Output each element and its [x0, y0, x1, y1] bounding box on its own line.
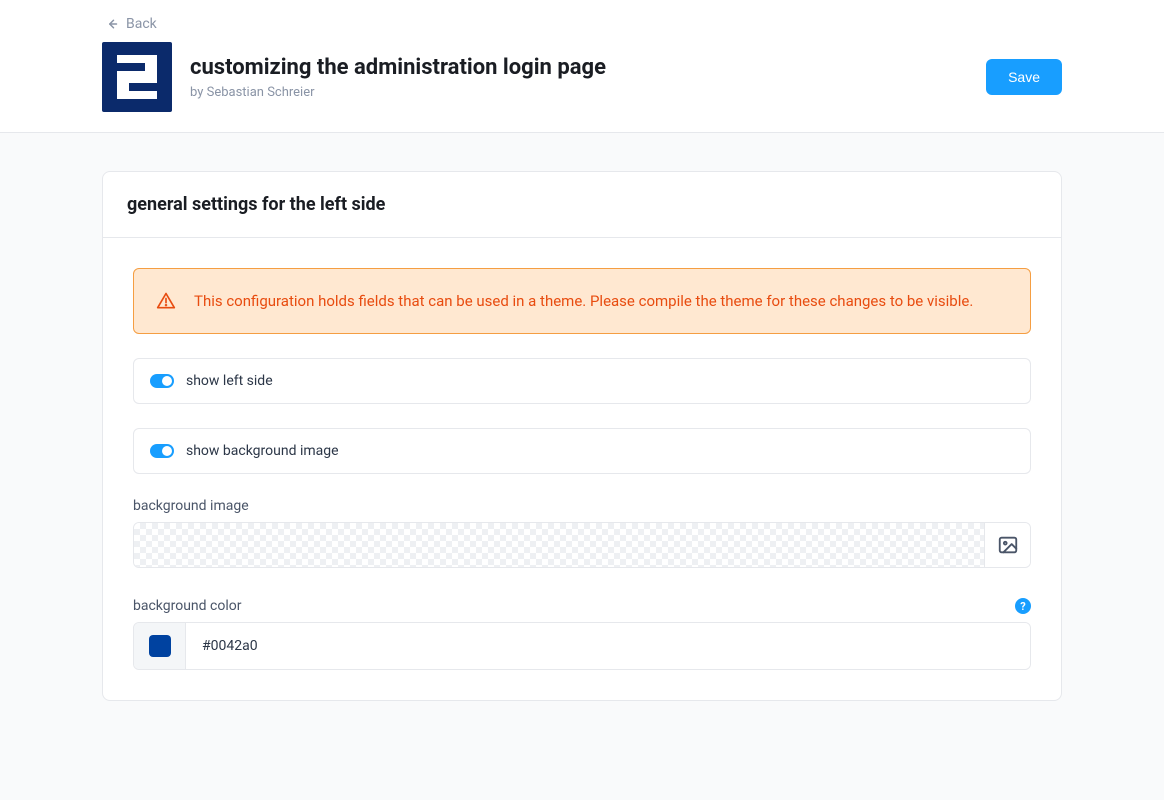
theme-compile-alert: This configuration holds fields that can…	[133, 268, 1031, 334]
bg-color-label-row: background color ?	[133, 598, 1031, 614]
background-image-input	[133, 522, 1031, 568]
arrow-left-icon	[106, 18, 118, 30]
back-link[interactable]: Back	[106, 16, 157, 32]
help-icon[interactable]: ?	[1015, 598, 1031, 614]
save-button[interactable]: Save	[986, 59, 1062, 95]
byline: by Sebastian Schreier	[190, 85, 606, 100]
card-header: general settings for the left side	[103, 172, 1061, 238]
bg-image-label: background image	[133, 498, 1031, 514]
page-title: customizing the administration login pag…	[190, 54, 606, 83]
card-title: general settings for the left side	[127, 194, 1037, 215]
color-swatch[interactable]	[149, 635, 171, 657]
color-value-field[interactable]	[186, 623, 1030, 669]
author-name: Sebastian Schreier	[207, 85, 315, 100]
toggle-show-background-image[interactable]	[150, 444, 174, 458]
settings-card: general settings for the left side This …	[102, 171, 1062, 701]
toggle-show-left-side[interactable]	[150, 374, 174, 388]
color-swatch-wrap	[134, 623, 186, 669]
alert-text: This configuration holds fields that can…	[194, 289, 973, 313]
media-preview[interactable]	[134, 523, 984, 567]
toggle-row-show-left-side: show left side	[133, 358, 1031, 404]
toggle-label: show left side	[186, 373, 273, 389]
back-label: Back	[126, 16, 157, 32]
title-block: customizing the administration login pag…	[190, 54, 606, 100]
bg-color-label: background color	[133, 598, 241, 614]
plugin-icon	[102, 42, 172, 112]
media-picker-button[interactable]	[984, 523, 1030, 567]
toggle-label: show background image	[186, 443, 339, 459]
toggle-row-show-background-image: show background image	[133, 428, 1031, 474]
page-header: Back customizing the administration logi…	[0, 0, 1164, 133]
warning-icon	[156, 291, 176, 311]
background-color-input	[133, 622, 1031, 670]
image-icon	[997, 534, 1019, 556]
